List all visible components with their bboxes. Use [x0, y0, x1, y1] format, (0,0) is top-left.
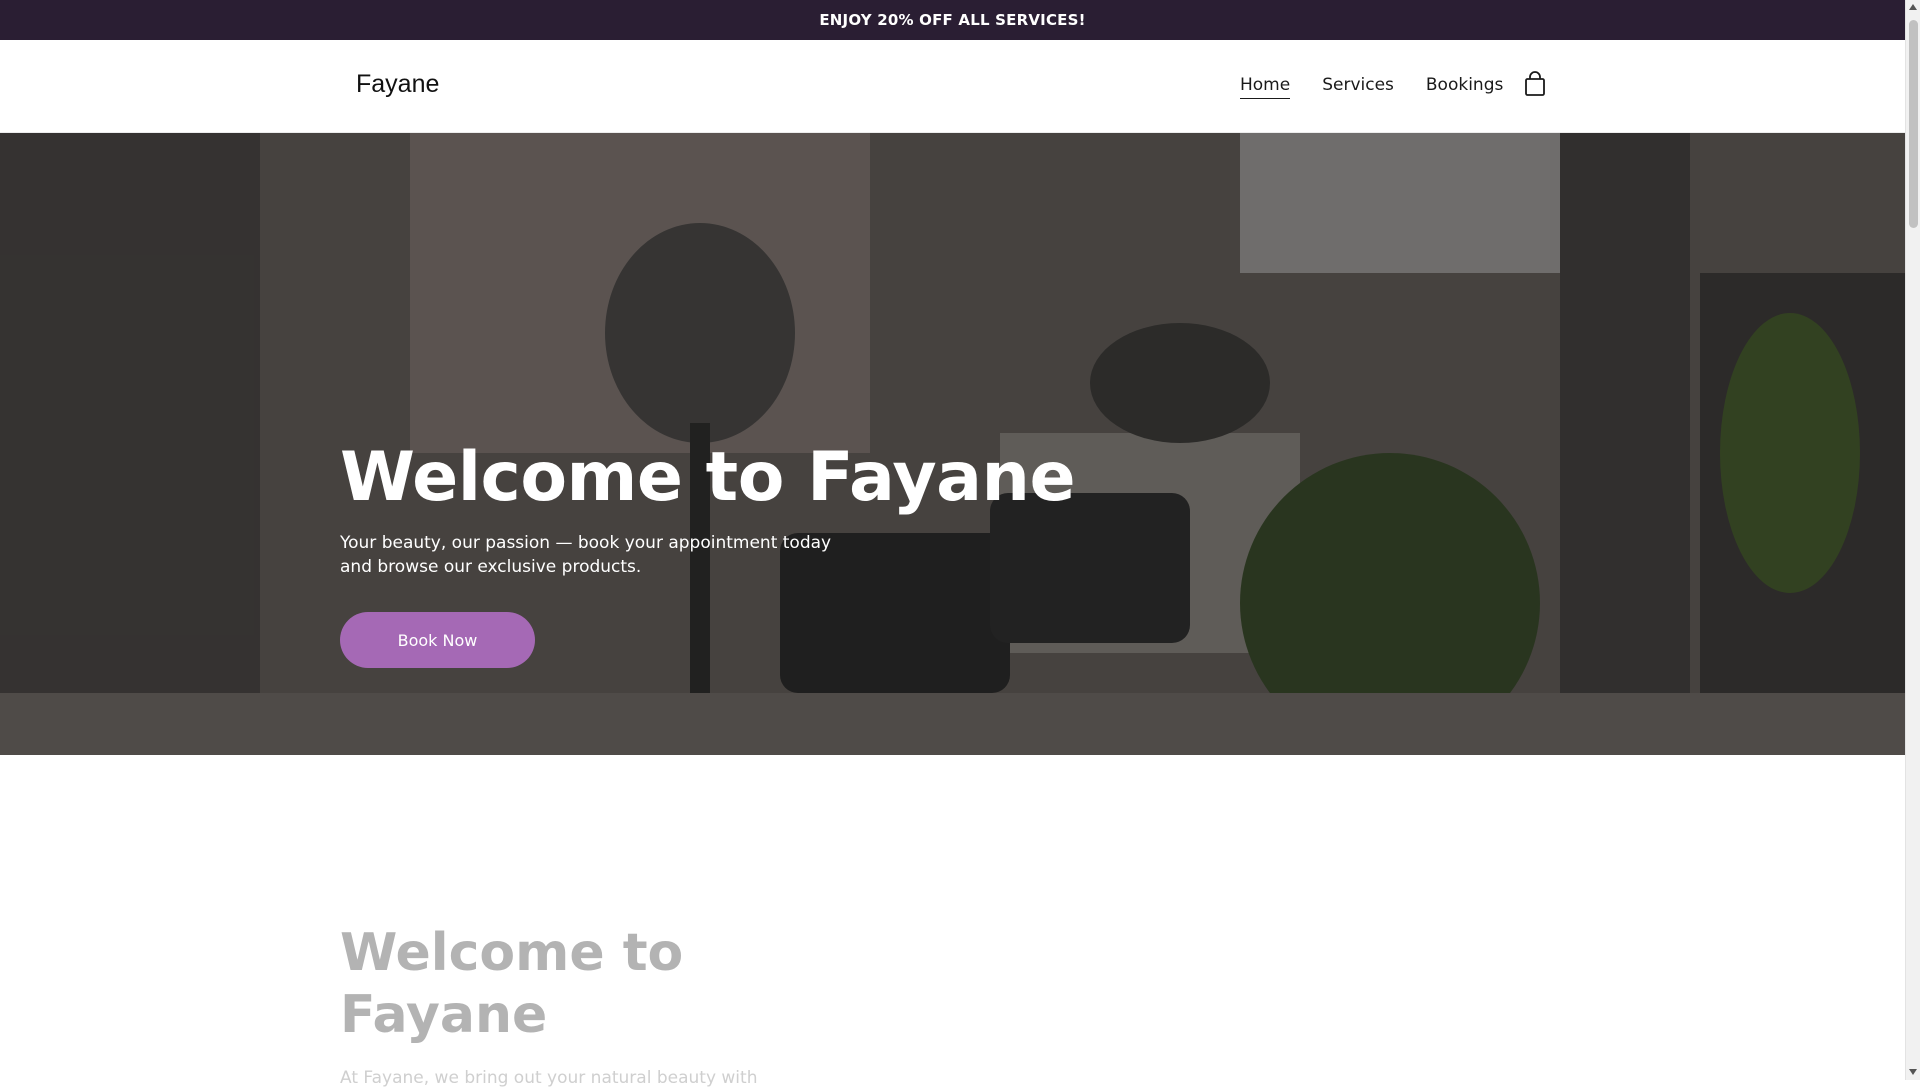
announcement-text: ENJOY 20% OFF ALL SERVICES!: [819, 11, 1086, 29]
nav-services[interactable]: Services: [1322, 75, 1394, 99]
hero-title: Welcome to Fayane: [340, 438, 1076, 517]
shopping-bag-icon[interactable]: [1524, 71, 1546, 97]
scroll-up-arrow-icon[interactable]: [1909, 4, 1917, 10]
welcome-section-text: At Fayane, we bring out your natural bea…: [340, 1068, 758, 1088]
scrollbar-thumb[interactable]: [1909, 20, 1918, 228]
nav-home[interactable]: Home: [1240, 75, 1291, 99]
hero-subtitle: Your beauty, our passion — book your app…: [340, 533, 832, 577]
book-now-button[interactable]: Book Now: [340, 612, 535, 668]
announcement-bar: ENJOY 20% OFF ALL SERVICES!: [0, 0, 1905, 40]
hero-section: Welcome to Fayane Your beauty, our passi…: [0, 133, 1905, 755]
welcome-section-title: Welcome to Fayane: [340, 923, 684, 1045]
site-header: Fayane Home Services Bookings: [0, 40, 1905, 133]
site-logo[interactable]: Fayane: [356, 70, 439, 99]
page-scrollbar[interactable]: [1905, 0, 1920, 1080]
scroll-down-arrow-icon[interactable]: [1909, 1069, 1917, 1075]
main-nav: Home Services Bookings: [1240, 75, 1503, 99]
nav-bookings[interactable]: Bookings: [1426, 75, 1503, 99]
